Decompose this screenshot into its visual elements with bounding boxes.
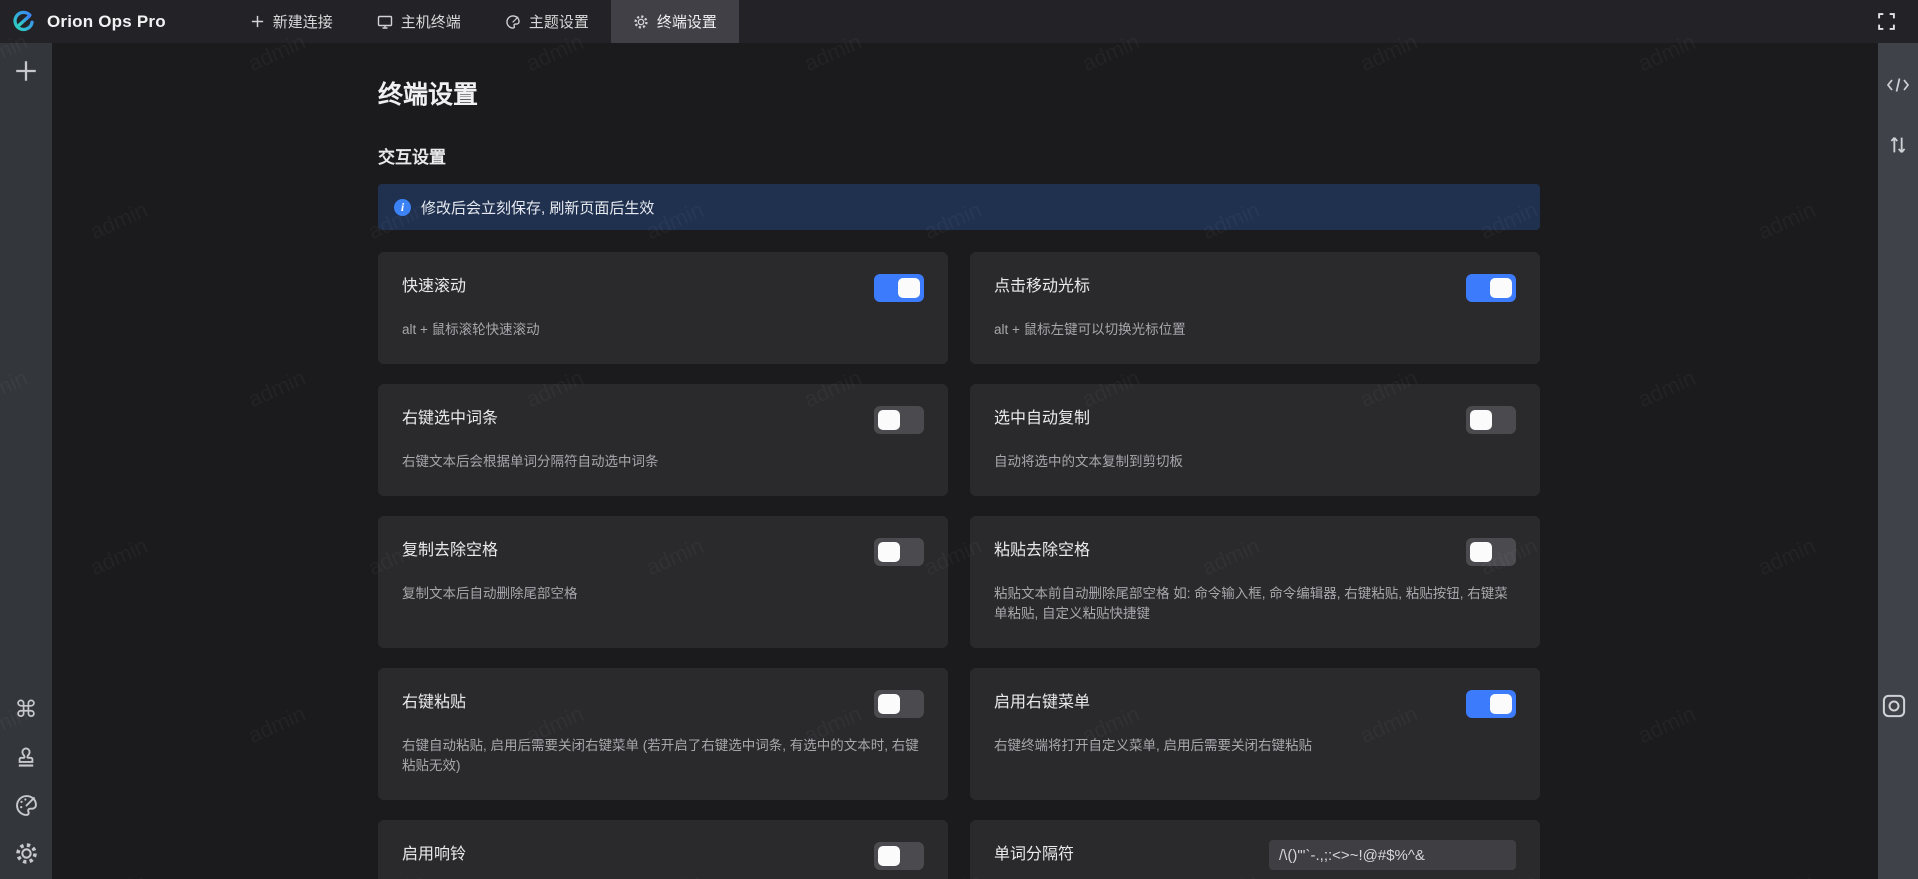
switch-knob <box>878 542 900 562</box>
setting-desc: alt + 鼠标左键可以切换光标位置 <box>994 320 1514 340</box>
tab-4[interactable]: 终端设置 <box>611 0 739 43</box>
palette-icon <box>505 14 521 30</box>
setting-desc: 右键终端将打开自定义菜单, 启用后需要关闭右键粘贴 <box>994 736 1514 756</box>
setting-card: 快速滚动 alt + 鼠标滚轮快速滚动 <box>378 252 948 364</box>
tab-2[interactable]: 主机终端 <box>355 0 483 43</box>
setting-desc: alt + 鼠标滚轮快速滚动 <box>402 320 922 340</box>
nav-tabs: 新建连接 主机终端 主题设置 终端设置 <box>228 0 739 43</box>
switch-knob <box>878 410 900 430</box>
setting-title: 右键粘贴 <box>402 692 466 714</box>
setting-desc: 右键文本后会根据单词分隔符自动选中词条 <box>402 452 922 472</box>
tab-label: 主题设置 <box>529 11 589 32</box>
toggle-switch[interactable] <box>874 274 924 302</box>
page-title: 终端设置 <box>378 75 1540 111</box>
tab-1[interactable]: 新建连接 <box>228 0 355 43</box>
setting-card: 单词分隔符 <box>970 820 1540 879</box>
new-connection-icon[interactable] <box>8 53 44 89</box>
setting-desc: 右键自动粘贴, 启用后需要关闭右键菜单 (若开启了右键选中词条, 有选中的文本时… <box>402 736 922 776</box>
brand: Orion Ops Pro <box>0 0 180 43</box>
setting-card: 右键粘贴右键自动粘贴, 启用后需要关闭右键菜单 (若开启了右键选中词条, 有选中… <box>378 668 948 800</box>
info-banner-text: 修改后会立刻保存, 刷新页面后生效 <box>421 197 654 218</box>
toggle-switch[interactable] <box>1466 274 1516 302</box>
toggle-switch[interactable] <box>874 538 924 566</box>
switch-knob <box>1490 694 1512 714</box>
left-sidebar: ⌘ <box>0 43 52 879</box>
setting-desc: 粘贴文本前自动删除尾部空格 如: 命令输入框, 命令编辑器, 右键粘贴, 粘贴按… <box>994 584 1514 624</box>
toggle-switch[interactable] <box>874 406 924 434</box>
setting-title: 快速滚动 <box>402 276 466 298</box>
switch-knob <box>1470 410 1492 430</box>
user-stamp-icon[interactable] <box>8 739 44 775</box>
setting-card: 复制去除空格复制文本后自动删除尾部空格 <box>378 516 948 648</box>
setting-title: 选中自动复制 <box>994 408 1090 430</box>
word-separator-input[interactable] <box>1269 840 1516 870</box>
right-sidebar <box>1878 43 1918 879</box>
setting-card: 粘贴去除空格粘贴文本前自动删除尾部空格 如: 命令输入框, 命令编辑器, 右键粘… <box>970 516 1540 648</box>
setting-desc: 自动将选中的文本复制到剪切板 <box>994 452 1514 472</box>
setting-card: 选中自动复制自动将选中的文本复制到剪切板 <box>970 384 1540 496</box>
sort-arrows-icon[interactable] <box>1880 127 1916 163</box>
switch-knob <box>878 846 900 866</box>
switch-knob <box>1490 278 1512 298</box>
toggle-switch[interactable] <box>874 842 924 870</box>
setting-desc: 复制文本后自动删除尾部空格 <box>402 584 922 604</box>
setting-card: 启用响铃系统接收到 \a 时发出响铃 (一般不用开启) <box>378 820 948 879</box>
tab-label: 新建连接 <box>273 11 333 32</box>
gear-icon[interactable] <box>8 835 44 871</box>
setting-title: 启用右键菜单 <box>994 692 1090 714</box>
setting-title: 右键选中词条 <box>402 408 498 430</box>
app-title: Orion Ops Pro <box>47 12 166 32</box>
toggle-switch[interactable] <box>1466 538 1516 566</box>
setting-title: 启用响铃 <box>402 844 466 866</box>
tab-3[interactable]: 主题设置 <box>483 0 611 43</box>
info-icon: i <box>394 199 411 216</box>
settings-grid: 快速滚动 alt + 鼠标滚轮快速滚动 点击移动光标 alt + 鼠标左键可以切换光标… <box>378 252 1540 879</box>
setting-title: 复制去除空格 <box>402 540 498 562</box>
screenshot-icon[interactable] <box>1876 688 1912 724</box>
tab-label: 主机终端 <box>401 11 461 32</box>
info-banner: i 修改后会立刻保存, 刷新页面后生效 <box>378 184 1540 230</box>
plus-icon <box>250 14 265 29</box>
command-icon[interactable]: ⌘ <box>8 691 44 727</box>
gear-icon <box>633 14 649 30</box>
setting-card: 点击移动光标 alt + 鼠标左键可以切换光标位置 <box>970 252 1540 364</box>
fullscreen-icon[interactable] <box>1877 12 1896 31</box>
code-icon[interactable] <box>1880 67 1916 103</box>
tab-label: 终端设置 <box>657 11 717 32</box>
toggle-switch[interactable] <box>1466 406 1516 434</box>
setting-title: 点击移动光标 <box>994 276 1090 298</box>
switch-knob <box>1470 542 1492 562</box>
switch-knob <box>878 694 900 714</box>
toggle-switch[interactable] <box>1466 690 1516 718</box>
setting-title: 粘贴去除空格 <box>994 540 1090 562</box>
setting-card: 启用右键菜单右键终端将打开自定义菜单, 启用后需要关闭右键粘贴 <box>970 668 1540 800</box>
switch-knob <box>898 278 920 298</box>
app-logo-icon <box>10 8 37 35</box>
toggle-switch[interactable] <box>874 690 924 718</box>
monitor-icon <box>377 14 393 30</box>
setting-title: 单词分隔符 <box>994 844 1074 866</box>
top-bar: Orion Ops Pro 新建连接 主机终端 主题设置 终端设置 <box>0 0 1918 43</box>
palette-icon[interactable] <box>8 787 44 823</box>
section-title: 交互设置 <box>378 143 1540 168</box>
setting-card: 右键选中词条右键文本后会根据单词分隔符自动选中词条 <box>378 384 948 496</box>
main-panel: 终端设置 交互设置 i 修改后会立刻保存, 刷新页面后生效 快速滚动 alt + … <box>52 43 1878 879</box>
